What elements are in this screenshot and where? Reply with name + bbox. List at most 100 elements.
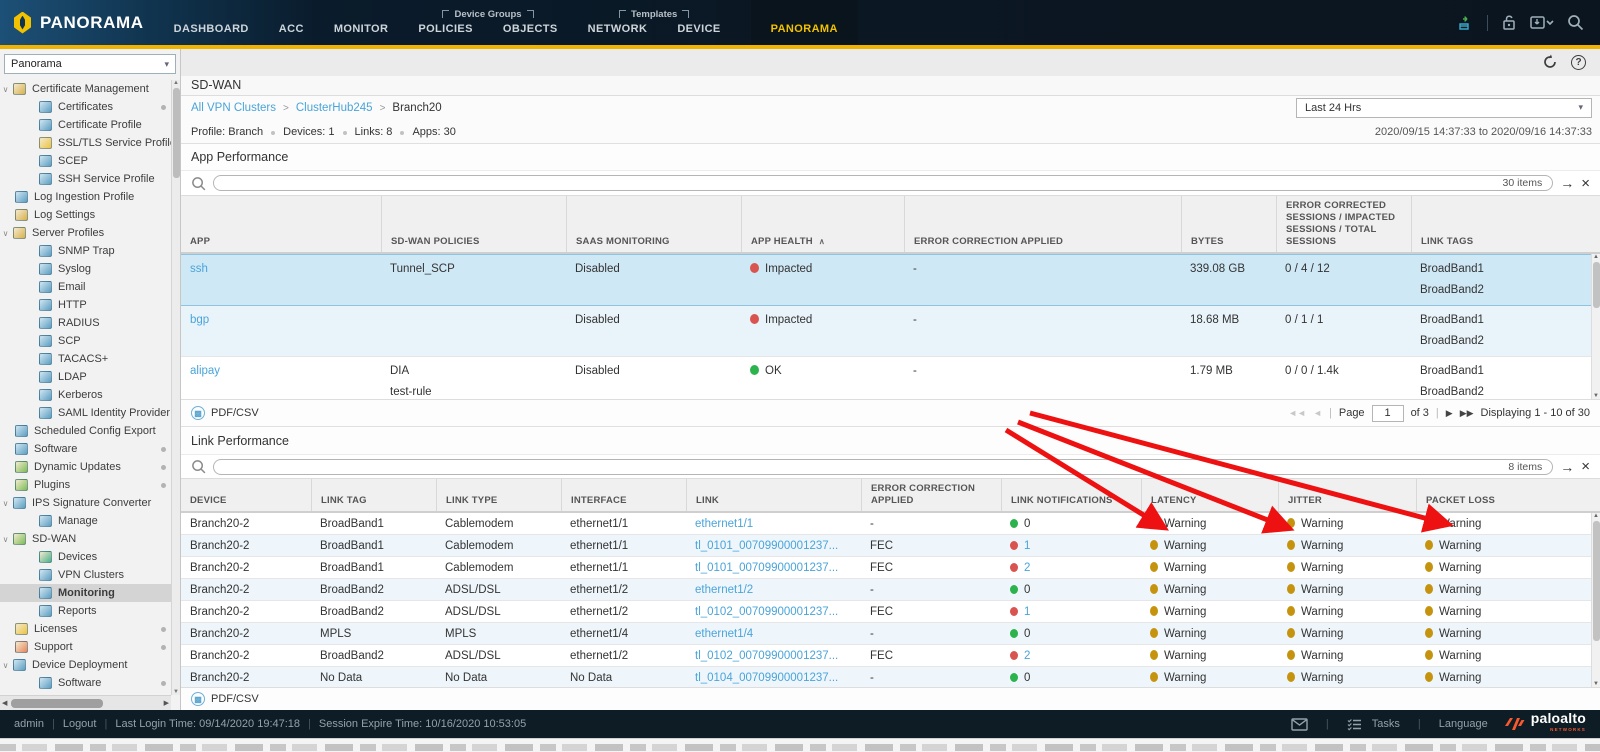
- tree-caret-icon[interactable]: ∨: [0, 535, 11, 544]
- sidebar-item-reports[interactable]: Reports: [0, 602, 171, 620]
- link-link[interactable]: tl_0102_00709900001237...: [695, 650, 838, 662]
- table-row[interactable]: Branch20-2MPLSMPLSethernet1/4ethernet1/4…: [181, 623, 1600, 645]
- nav-item-policies[interactable]: POLICIES: [418, 23, 473, 45]
- notification-count[interactable]: 1: [1024, 606, 1030, 618]
- context-selector[interactable]: Panorama ▾: [4, 54, 176, 74]
- link-link[interactable]: ethernet1/4: [695, 628, 753, 640]
- column-header-error-correction-applied[interactable]: ERROR CORRECTION APPLIED: [861, 479, 1001, 511]
- table-row[interactable]: Branch20-2BroadBand2ADSL/DSLethernet1/2t…: [181, 601, 1600, 623]
- nav-item-panorama[interactable]: PANORAMA: [751, 0, 858, 45]
- sidebar-item-software[interactable]: Software: [0, 674, 171, 692]
- scroll-left-icon[interactable]: ◀: [2, 699, 7, 707]
- sidebar-item-sd-wan[interactable]: ∨SD-WAN: [0, 530, 171, 548]
- link-link[interactable]: tl_0101_00709900001237...: [695, 562, 838, 574]
- tree-caret-icon[interactable]: ∨: [0, 85, 11, 94]
- sidebar-item-server-profiles[interactable]: ∨Server Profiles: [0, 224, 171, 242]
- pdf-csv-export-button[interactable]: ▩ PDF/CSV: [191, 692, 259, 706]
- language-link[interactable]: Language: [1439, 718, 1488, 730]
- scroll-up-icon[interactable]: ▲: [1593, 254, 1599, 260]
- nav-item-acc[interactable]: ACC: [279, 23, 304, 45]
- prev-page-icon[interactable]: ◄: [1313, 408, 1322, 418]
- notification-count[interactable]: 1: [1024, 540, 1030, 552]
- sidebar-item-manage[interactable]: Manage: [0, 512, 171, 530]
- table-row[interactable]: Branch20-2BroadBand1Cablemodemethernet1/…: [181, 535, 1600, 557]
- column-header-bytes[interactable]: BYTES: [1181, 196, 1276, 252]
- scroll-up-icon[interactable]: ▲: [1593, 513, 1599, 519]
- sidebar-item-monitoring[interactable]: Monitoring: [0, 584, 171, 602]
- column-header-error-correction-applied[interactable]: ERROR CORRECTION APPLIED: [904, 196, 1181, 252]
- link-link[interactable]: tl_0101_00709900001237...: [695, 540, 838, 552]
- scrollbar-thumb[interactable]: [1593, 262, 1600, 308]
- app-link[interactable]: ssh: [190, 263, 208, 275]
- column-header-link-type[interactable]: LINK TYPE: [436, 479, 561, 511]
- column-header-link-tag[interactable]: LINK TAG: [311, 479, 436, 511]
- help-icon[interactable]: ?: [1571, 55, 1586, 70]
- app-link[interactable]: bgp: [190, 314, 209, 326]
- search-icon[interactable]: [1567, 14, 1584, 31]
- table-row[interactable]: Branch20-2BroadBand1Cablemodemethernet1/…: [181, 513, 1600, 535]
- sidebar-item-device-deployment[interactable]: ∨Device Deployment: [0, 656, 171, 674]
- sidebar-vertical-scrollbar[interactable]: ▲ ▼: [171, 80, 180, 695]
- tasks-icon[interactable]: [1347, 718, 1362, 731]
- first-page-icon[interactable]: ◄◄: [1288, 408, 1306, 418]
- sidebar-item-radius[interactable]: RADIUS: [0, 314, 171, 332]
- sidebar-item-dynamic-updates[interactable]: Dynamic Updates: [0, 458, 171, 476]
- breadcrumb-link[interactable]: ClusterHub245: [296, 102, 373, 114]
- column-header-latency[interactable]: LATENCY: [1141, 479, 1278, 511]
- column-header-packet-loss[interactable]: PACKET LOSS: [1416, 479, 1600, 511]
- sidebar-item-ssh-service-profile[interactable]: SSH Service Profile: [0, 170, 171, 188]
- sidebar-item-ssl-tls-service-profile[interactable]: SSL/TLS Service Profile: [0, 134, 171, 152]
- nav-item-objects[interactable]: OBJECTS: [503, 23, 558, 45]
- breadcrumb-link[interactable]: All VPN Clusters: [191, 102, 276, 114]
- sidebar-item-scheduled-config-export[interactable]: Scheduled Config Export: [0, 422, 171, 440]
- link-search-input[interactable]: 8 items: [213, 459, 1553, 475]
- scroll-down-icon[interactable]: ▼: [1593, 393, 1599, 399]
- sidebar-item-tacacs-[interactable]: TACACS+: [0, 350, 171, 368]
- tree-caret-icon[interactable]: ∨: [0, 229, 11, 238]
- table-row[interactable]: Branch20-2BroadBand1Cablemodemethernet1/…: [181, 557, 1600, 579]
- apply-filter-icon[interactable]: →: [1560, 176, 1574, 190]
- table-row[interactable]: bgpDisabledImpacted-18.68 MB0 / 1 / 1Bro…: [181, 306, 1600, 357]
- link-link[interactable]: ethernet1/2: [695, 584, 753, 596]
- sidebar-item-licenses[interactable]: Licenses: [0, 620, 171, 638]
- column-header-link[interactable]: LINK: [686, 479, 861, 511]
- scrollbar-thumb[interactable]: [11, 699, 103, 708]
- column-header-interface[interactable]: INTERFACE: [561, 479, 686, 511]
- sidebar-item-log-ingestion-profile[interactable]: Log Ingestion Profile: [0, 188, 171, 206]
- sidebar-item-scep[interactable]: SCEP: [0, 152, 171, 170]
- table-row[interactable]: Branch20-2No DataNo DataNo Datatl_0104_0…: [181, 667, 1600, 687]
- table-row[interactable]: alipayDIAtest-ruleDisabledOK-1.79 MB0 / …: [181, 357, 1600, 399]
- clear-filter-icon[interactable]: ×: [1581, 459, 1590, 474]
- apply-filter-icon[interactable]: →: [1560, 460, 1574, 474]
- notification-count[interactable]: 2: [1024, 650, 1030, 662]
- lock-icon[interactable]: [1501, 14, 1517, 31]
- last-page-icon[interactable]: ▶▶: [1460, 408, 1474, 419]
- sidebar-item-plugins[interactable]: Plugins: [0, 476, 171, 494]
- sidebar-item-software[interactable]: Software: [0, 440, 171, 458]
- column-header-link-tags[interactable]: LINK TAGS: [1411, 196, 1600, 252]
- nav-item-network[interactable]: NETWORK: [588, 23, 648, 45]
- app-table-scrollbar[interactable]: ▲ ▼: [1591, 254, 1600, 399]
- tasks-link[interactable]: Tasks: [1372, 718, 1400, 730]
- sidebar-item-certificates[interactable]: Certificates: [0, 98, 171, 116]
- pdf-csv-export-button[interactable]: ▩ PDF/CSV: [191, 406, 259, 420]
- link-table-scrollbar[interactable]: ▲ ▼: [1591, 513, 1600, 687]
- column-header-device[interactable]: DEVICE: [181, 479, 311, 511]
- scroll-up-icon[interactable]: ▲: [173, 80, 179, 86]
- table-row[interactable]: Branch20-2BroadBand2ADSL/DSLethernet1/2t…: [181, 645, 1600, 667]
- app-link[interactable]: alipay: [190, 365, 220, 377]
- column-header-error-corrected-sessions-impacted-sessions-total-sessions[interactable]: ERROR CORRECTED SESSIONS / IMPACTED SESS…: [1276, 196, 1411, 252]
- table-row[interactable]: sshTunnel_SCPDisabledImpacted-339.08 GB0…: [181, 254, 1600, 306]
- sidebar-item-vpn-clusters[interactable]: VPN Clusters: [0, 566, 171, 584]
- tree-caret-icon[interactable]: ∨: [0, 661, 11, 670]
- scrollbar-thumb[interactable]: [1593, 521, 1600, 641]
- column-header-saas-monitoring[interactable]: SAAS MONITORING: [566, 196, 741, 252]
- scroll-down-icon[interactable]: ▼: [1593, 681, 1599, 687]
- sidebar-item-syslog[interactable]: Syslog: [0, 260, 171, 278]
- link-link[interactable]: tl_0102_00709900001237...: [695, 606, 838, 618]
- sidebar-item-support[interactable]: Support: [0, 638, 171, 656]
- refresh-icon[interactable]: [1542, 54, 1558, 70]
- nav-item-dashboard[interactable]: DASHBOARD: [174, 23, 249, 45]
- logout-link[interactable]: Logout: [63, 718, 97, 730]
- sidebar-item-http[interactable]: HTTP: [0, 296, 171, 314]
